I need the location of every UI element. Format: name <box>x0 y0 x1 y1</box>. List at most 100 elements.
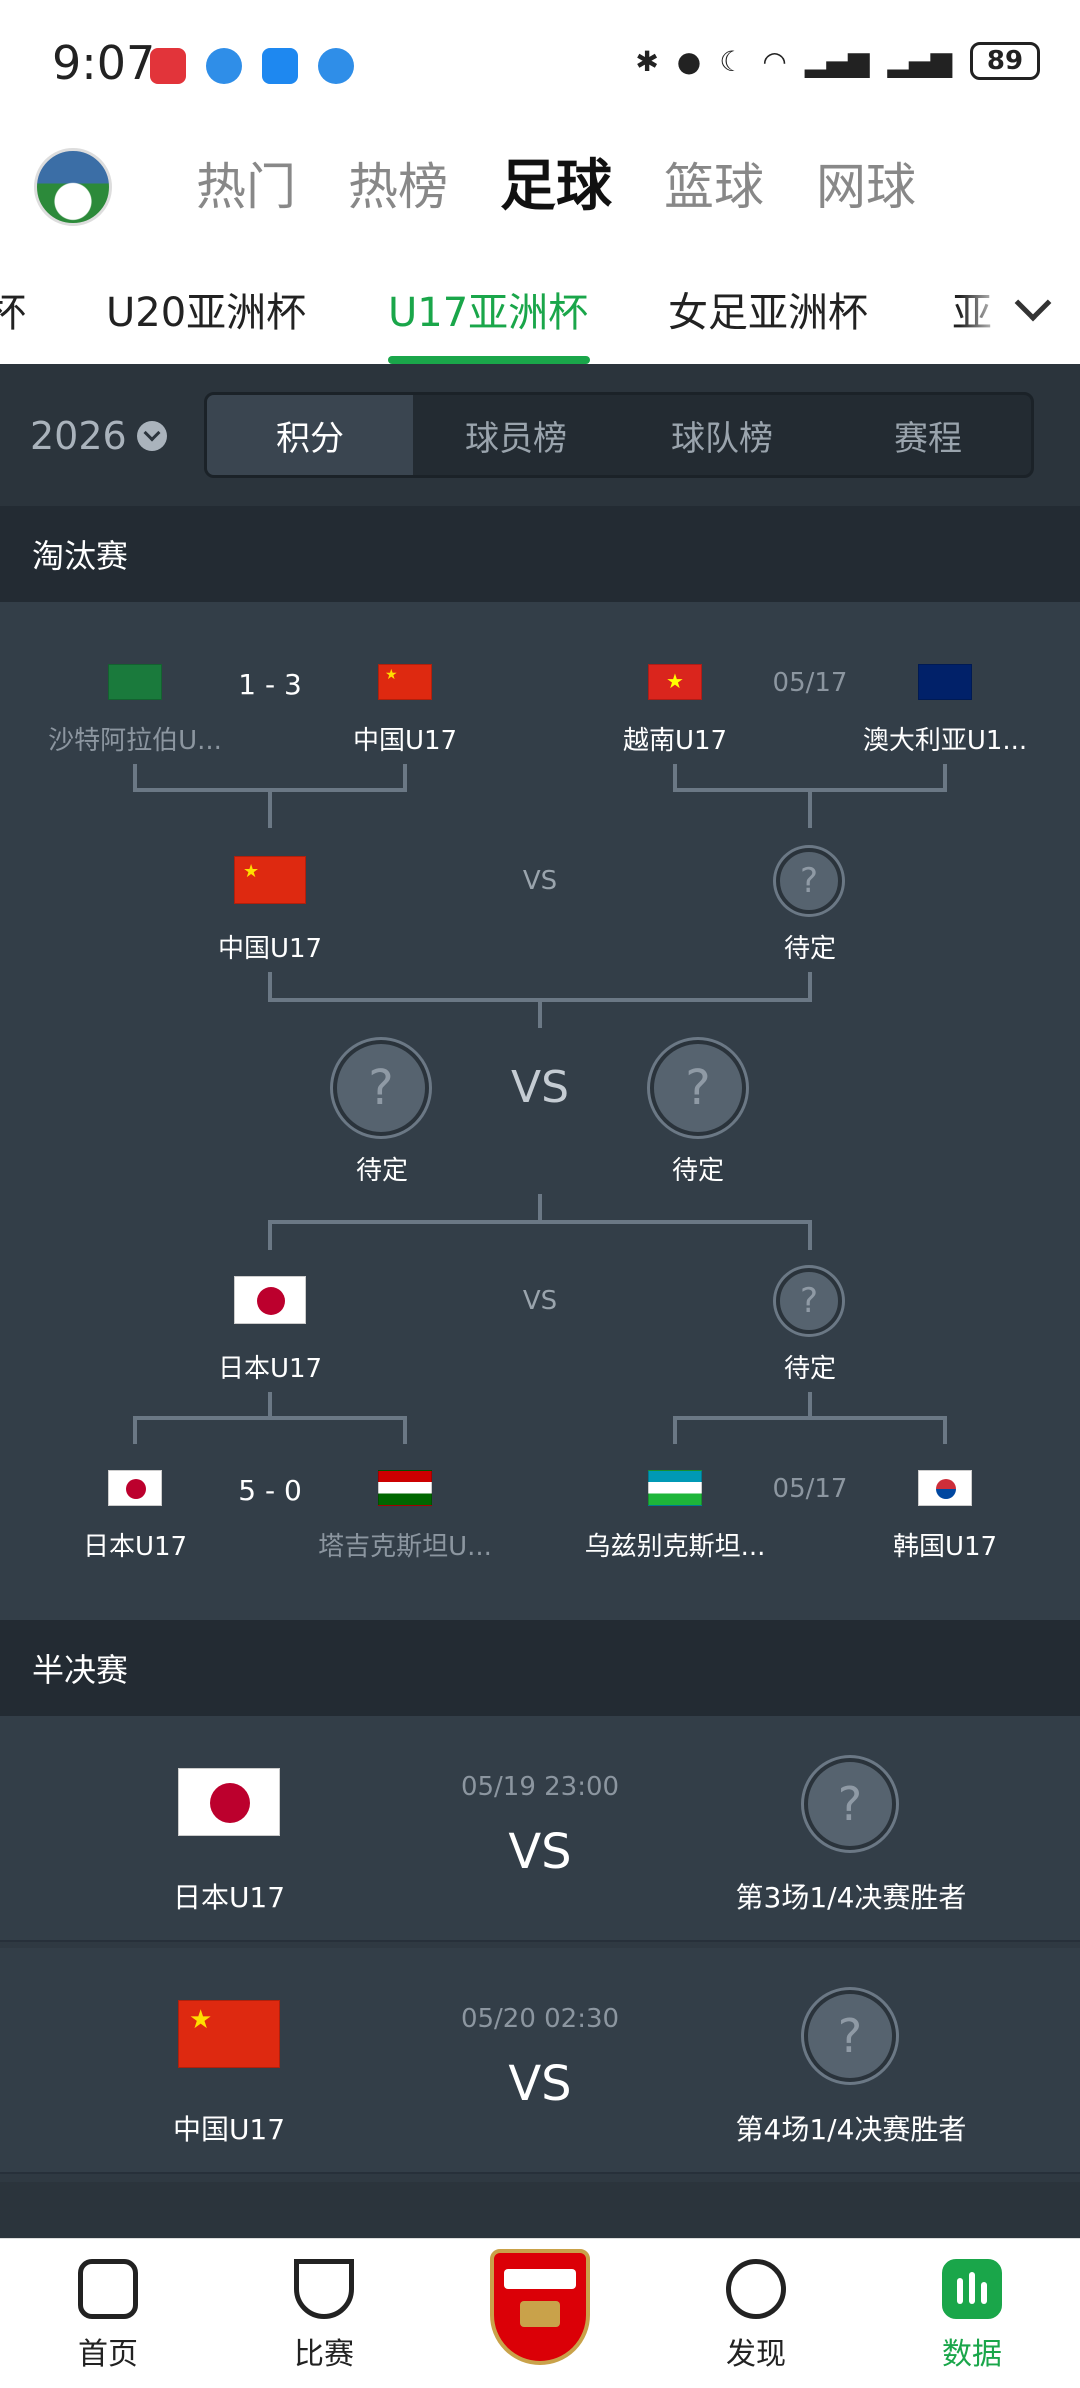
qf2-date: 05/17 <box>772 668 848 698</box>
season-label: 2026 <box>30 414 127 458</box>
huawei-icon <box>150 48 186 84</box>
data-chart-icon <box>942 2259 1002 2319</box>
china-flag-icon: ★ <box>178 2000 280 2068</box>
active-tab-indicator <box>388 356 590 364</box>
qf3-home-name[interactable]: 日本U17 <box>83 1526 187 1563</box>
japan-flag-icon <box>108 1470 162 1506</box>
question-icon: ? <box>650 1040 746 1136</box>
league-tab-u20[interactable]: U20亚洲杯 <box>106 280 306 338</box>
nav-center[interactable] <box>480 2249 600 2365</box>
final-away-name: 待定 <box>671 1156 725 1186</box>
bracket-line <box>268 1220 812 1224</box>
moon-icon: ☾ <box>719 44 745 78</box>
bracket-line <box>403 1416 407 1444</box>
question-icon: ? <box>776 848 842 914</box>
semi-vs: VS <box>508 2056 572 2112</box>
segment-teams[interactable]: 球队榜 <box>619 395 825 475</box>
nav-home[interactable]: 首页 <box>48 2259 168 2373</box>
bracket-line <box>133 1416 407 1420</box>
uzbekistan-flag-icon <box>648 1470 702 1506</box>
tab-tennis[interactable]: 网球 <box>816 152 916 222</box>
nav-label: 首页 <box>78 2337 138 2372</box>
qf4-away-name[interactable]: 韩国U17 <box>893 1526 997 1563</box>
app-notification-icon <box>318 48 354 84</box>
qf1-away-name[interactable]: 中国U17 <box>353 720 457 757</box>
bottom-navigation: 首页 比赛 发现 数据 <box>0 2238 1080 2388</box>
league-more-button[interactable] <box>960 242 1080 364</box>
qf2-home-name[interactable]: 越南U17 <box>623 720 727 757</box>
segment-schedule[interactable]: 赛程 <box>825 395 1031 475</box>
nav-label: 数据 <box>942 2337 1002 2372</box>
chevron-down-icon <box>1014 284 1052 322</box>
question-icon: ? <box>804 1990 896 2082</box>
semi-away-name: 第3场1/4决赛胜者 <box>735 1881 967 1914</box>
knockout-header: 淘汰赛 <box>0 506 1080 602</box>
qf2-away-name[interactable]: 澳大利亚U1... <box>863 720 1027 757</box>
bracket-line <box>538 998 542 1028</box>
league-tab-partial[interactable]: 杯 <box>0 280 26 338</box>
semifinal-card[interactable]: 日本U17 05/19 23:00 VS ? 第3场1/4决赛胜者 <box>0 1716 1080 1942</box>
nav-matches[interactable]: 比赛 <box>264 2259 384 2373</box>
segment-control: 积分 球员榜 球队榜 赛程 <box>204 392 1034 478</box>
semi-date: 05/20 02:30 <box>460 2004 620 2034</box>
tab-football[interactable]: 足球 <box>500 152 612 222</box>
home-icon <box>78 2259 138 2319</box>
sport-tabs: 热门 热榜 足球 篮球 网球 <box>196 152 916 222</box>
league-tab-women[interactable]: 女足亚洲杯 <box>668 280 868 338</box>
semifinal-header: 半决赛 <box>0 1620 1080 1716</box>
semi-away-name: 第4场1/4决赛胜者 <box>735 2113 967 2146</box>
sf1-vs: VS <box>522 866 558 896</box>
season-selector[interactable]: 2026 <box>30 414 167 458</box>
bracket-line <box>133 1416 137 1444</box>
arsenal-crest-icon <box>490 2249 590 2365</box>
semifinal-card[interactable]: ★ 中国U17 05/20 02:30 VS ? 第4场1/4决赛胜者 <box>0 1948 1080 2174</box>
bracket-line <box>268 788 272 828</box>
qf3-score: 5 - 0 <box>238 1474 302 1507</box>
segment-standings[interactable]: 积分 <box>207 395 413 475</box>
planet-icon <box>726 2259 786 2319</box>
bluetooth-icon: ✱ <box>635 44 659 78</box>
tab-hot[interactable]: 热门 <box>196 152 296 222</box>
knockout-bracket: 1 - 3 ★ 沙特阿拉伯U... 中国U17 ★ 05/17 越南U17 澳大… <box>0 602 1080 1620</box>
qf4-date: 05/17 <box>772 1474 848 1504</box>
qf4-home-name[interactable]: 乌兹别克斯坦... <box>585 1526 766 1563</box>
tab-basketball[interactable]: 篮球 <box>664 152 764 222</box>
tab-trending[interactable]: 热榜 <box>348 152 448 222</box>
sf2-home-name[interactable]: 日本U17 <box>218 1348 322 1385</box>
next-section-edge <box>0 2182 1080 2238</box>
league-tab-u17[interactable]: U17亚洲杯 <box>388 280 588 338</box>
semi-date: 05/19 23:00 <box>460 1772 620 1802</box>
segment-players[interactable]: 球员榜 <box>413 395 619 475</box>
status-indicators: ✱ ● ☾ ◠ ▂▄▆ ▂▄▆ 89 <box>635 42 1040 80</box>
china-flag-icon: ★ <box>378 664 432 700</box>
wifi-icon: ◠ <box>762 44 787 78</box>
nav-label: 发现 <box>726 2337 786 2372</box>
location-icon: ● <box>676 44 702 78</box>
question-icon: ? <box>776 1268 842 1334</box>
sf2-vs: VS <box>522 1286 558 1316</box>
saudi-flag-icon <box>108 664 162 700</box>
data-controls: 2026 积分 球员榜 球队榜 赛程 <box>0 364 1080 506</box>
bracket-line <box>808 788 812 828</box>
sf1-away-name: 待定 <box>783 934 837 964</box>
question-icon: ? <box>804 1758 896 1850</box>
sf1-home-name[interactable]: 中国U17 <box>218 928 322 965</box>
australia-flag-icon <box>918 664 972 700</box>
qf1-home-name[interactable]: 沙特阿拉伯U... <box>48 720 222 757</box>
battery-icon: 89 <box>970 42 1040 80</box>
status-bar: 9:07 ✱ ● ☾ ◠ ▂▄▆ ▂▄▆ 89 <box>0 0 1080 130</box>
semi-vs: VS <box>508 1824 572 1880</box>
league-tabs: 杯 U20亚洲杯 U17亚洲杯 女足亚洲杯 亚 <box>0 242 1080 364</box>
nav-data[interactable]: 数据 <box>912 2259 1032 2373</box>
bracket-line <box>943 1416 947 1444</box>
china-flag-icon: ★ <box>234 856 306 904</box>
semi-home-name: 中国U17 <box>172 2113 286 2146</box>
vietnam-flag-icon: ★ <box>648 664 702 700</box>
nav-discover[interactable]: 发现 <box>696 2259 816 2373</box>
avatar[interactable] <box>34 148 112 226</box>
status-time: 9:07 <box>52 36 156 90</box>
signal-icon: ▂▄▆ <box>804 44 870 78</box>
bracket-line <box>808 1220 812 1250</box>
korea-flag-icon <box>918 1470 972 1506</box>
qf3-away-name[interactable]: 塔吉克斯坦U... <box>318 1526 492 1563</box>
